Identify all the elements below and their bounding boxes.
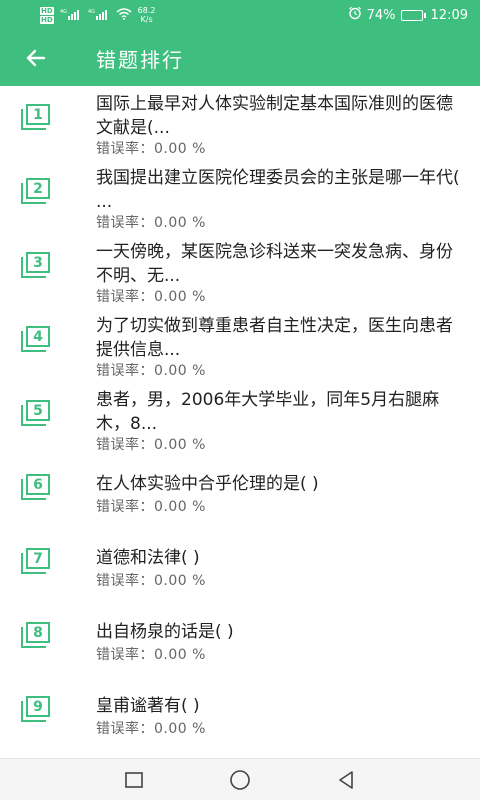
list-item[interactable]: 1 国际上最早对人体实验制定基本国际准则的医德文献是(... 错误率：0.00 … [0,86,480,160]
signal-icon-2: 4G [88,8,110,23]
page-title: 错题排行 [96,47,184,72]
list-item[interactable]: 4 为了切实做到尊重患者自主性决定，医生向患者提供信息... 错误率：0.00 … [0,308,480,382]
back-button[interactable] [0,30,72,86]
hd-indicators: HD HD [40,6,54,24]
triangle-back-icon [339,770,353,789]
question-text: 出自杨泉的话是( ) [96,622,234,642]
question-text: 为了切实做到尊重患者自主性决定，医生向患者提供信息... [96,316,453,360]
wifi-icon [116,7,132,23]
number-badge-label: 5 [26,400,50,421]
signal-label-2: 4G [88,9,95,15]
number-badge-icon: 9 [21,696,51,722]
number-badge-icon: 7 [21,548,51,574]
circle-icon [230,769,250,790]
number-badge-icon: 4 [21,326,51,352]
list-item[interactable]: 6 在人体实验中合乎伦理的是( ) 错误率：0.00 % [0,456,480,530]
square-icon [125,771,143,788]
number-badge-icon: 3 [21,252,51,278]
error-rate: 错误率：0.00 % [96,573,206,589]
error-rate: 错误率：0.00 % [96,289,206,305]
alarm-icon [348,6,362,24]
error-rate: 错误率：0.00 % [96,499,206,515]
list-item[interactable]: 2 我国提出建立医院伦理委员会的主张是哪一年代( ... 错误率：0.00 % [0,160,480,234]
clock: 12:09 [430,7,468,23]
net-speed-value: 68.2 [137,6,156,15]
system-nav-bar [0,758,480,800]
battery-icon [400,9,426,21]
question-text: 在人体实验中合乎伦理的是( ) [96,474,319,494]
status-left: HD HD 4G 4G 68.2 K/s [40,6,155,24]
battery-percent: 74% [366,7,396,23]
number-badge-label: 4 [26,326,50,347]
question-text: 国际上最早对人体实验制定基本国际准则的医德文献是(... [96,94,453,138]
hd-badge-1: HD [40,6,54,15]
number-badge-icon: 6 [21,474,51,500]
number-badge-label: 7 [26,548,50,569]
question-text: 一天傍晚，某医院急诊科送来一突发急病、身份不明、无... [96,242,453,286]
question-text: 道德和法律( ) [96,548,200,568]
signal-label-1: 4G [60,9,67,15]
error-rate: 错误率：0.00 % [96,721,206,737]
question-list: 1 国际上最早对人体实验制定基本国际准则的医德文献是(... 错误率：0.00 … [0,86,480,758]
list-item[interactable]: 8 出自杨泉的话是( ) 错误率：0.00 % [0,604,480,678]
app-bar: 错题排行 [0,30,480,86]
list-item[interactable]: 5 患者，男，2006年大学毕业，同年5月右腿麻木，8... 错误率：0.00 … [0,382,480,456]
number-badge-label: 9 [26,696,50,717]
number-badge-icon: 8 [21,622,51,648]
error-rate: 错误率：0.00 % [96,647,206,663]
question-text: 患者，男，2006年大学毕业，同年5月右腿麻木，8... [96,390,440,434]
status-bar: HD HD 4G 4G 68.2 K/s 74% 12:09 [0,0,480,30]
home-button[interactable] [228,768,252,792]
error-rate: 错误率：0.00 % [96,437,206,453]
number-badge-label: 2 [26,178,50,199]
net-speed-unit: K/s [140,15,153,24]
list-item[interactable]: 3 一天傍晚，某医院急诊科送来一突发急病、身份不明、无... 错误率：0.00 … [0,234,480,308]
number-badge-icon: 5 [21,400,51,426]
number-badge-label: 8 [26,622,50,643]
status-right: 74% 12:09 [348,6,468,24]
number-badge-icon: 2 [21,178,51,204]
list-item[interactable]: 9 皇甫谧著有( ) 错误率：0.00 % [0,678,480,752]
question-text: 皇甫谧著有( ) [96,696,200,716]
question-text: 我国提出建立医院伦理委员会的主张是哪一年代( ... [96,168,460,212]
error-rate: 错误率：0.00 % [96,141,206,157]
number-badge-icon: 1 [21,104,51,130]
recent-apps-button[interactable] [122,768,146,792]
network-speed: 68.2 K/s [138,6,156,24]
number-badge-label: 1 [26,104,50,125]
list-item[interactable]: 7 道德和法律( ) 错误率：0.00 % [0,530,480,604]
error-rate: 错误率：0.00 % [96,215,206,231]
hd-badge-2: HD [40,15,54,24]
error-rate: 错误率：0.00 % [96,363,206,379]
signal-icon-1: 4G [60,8,82,23]
arrow-left-icon [26,49,46,67]
number-badge-label: 6 [26,474,50,495]
nav-back-button[interactable] [334,768,358,792]
number-badge-label: 3 [26,252,50,273]
